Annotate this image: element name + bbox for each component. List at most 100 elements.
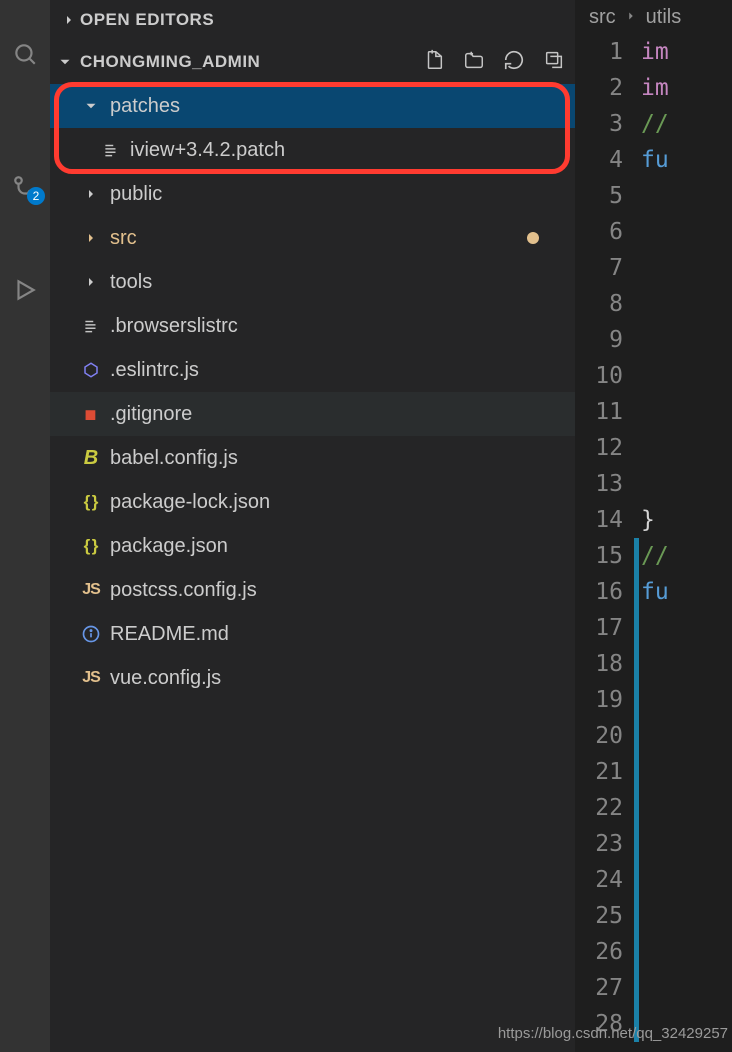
line-number: 15 <box>575 538 623 574</box>
file-babel-config[interactable]: B babel.config.js <box>50 436 575 480</box>
file-label: package-lock.json <box>104 491 270 514</box>
editor-code[interactable]: im im // fu } // fu <box>641 34 732 1052</box>
line-number: 18 <box>575 646 623 682</box>
line-number: 5 <box>575 178 623 214</box>
folder-public[interactable]: public <box>50 172 575 216</box>
js-icon: JS <box>78 669 104 687</box>
file-label: vue.config.js <box>104 667 221 690</box>
editor-pane: src utils 1 2 3 4 5 6 7 8 9 10 11 12 13 … <box>575 0 732 1052</box>
chevron-right-icon <box>78 186 104 202</box>
line-gutter: 1 2 3 4 5 6 7 8 9 10 11 12 13 14 15 16 1… <box>575 34 641 1052</box>
line-number: 12 <box>575 430 623 466</box>
line-number: 25 <box>575 898 623 934</box>
collapse-all-icon[interactable] <box>543 49 565 76</box>
line-number: 4 <box>575 142 623 178</box>
modified-dot-icon <box>527 232 539 244</box>
folder-label: patches <box>104 95 180 118</box>
chevron-down-icon <box>78 97 104 115</box>
file-package-lock[interactable]: { } package-lock.json <box>50 480 575 524</box>
folder-tools[interactable]: tools <box>50 260 575 304</box>
line-number: 11 <box>575 394 623 430</box>
line-number: 22 <box>575 790 623 826</box>
project-actions <box>423 49 575 76</box>
breadcrumb-item[interactable]: src <box>589 6 616 29</box>
line-number: 19 <box>575 682 623 718</box>
file-label: README.md <box>104 623 229 646</box>
js-icon: JS <box>78 581 104 599</box>
code-token: im <box>641 39 669 65</box>
git-icon: ◆ <box>74 397 107 430</box>
folder-label: tools <box>104 271 152 294</box>
line-number: 17 <box>575 610 623 646</box>
file-readme[interactable]: README.md <box>50 612 575 656</box>
file-label: .gitignore <box>104 403 192 426</box>
line-number: 27 <box>575 970 623 1006</box>
code-token: // <box>641 111 669 137</box>
file-text-icon <box>98 141 124 159</box>
line-number: 13 <box>575 466 623 502</box>
file-label: .eslintrc.js <box>104 359 199 382</box>
watermark: https://blog.csdn.net/qq_32429257 <box>498 1025 728 1042</box>
file-postcss-config[interactable]: JS postcss.config.js <box>50 568 575 612</box>
source-control-icon[interactable]: 2 <box>11 173 39 201</box>
file-label: iview+3.4.2.patch <box>124 139 285 162</box>
line-number: 20 <box>575 718 623 754</box>
chevron-right-icon <box>58 12 80 28</box>
line-number: 8 <box>575 286 623 322</box>
explorer-sidebar: OPEN EDITORS CHONGMING_ADMIN <box>50 0 575 1052</box>
search-icon[interactable] <box>11 40 39 68</box>
breadcrumb-item[interactable]: utils <box>646 6 682 29</box>
chevron-down-icon <box>50 53 80 71</box>
folder-src[interactable]: src <box>50 216 575 260</box>
folder-label: public <box>104 183 162 206</box>
scm-badge: 2 <box>27 187 45 205</box>
file-browserslistrc[interactable]: .browserslistrc <box>50 304 575 348</box>
json-icon: { } <box>78 536 104 556</box>
line-number: 14 <box>575 502 623 538</box>
breadcrumbs[interactable]: src utils <box>575 0 732 34</box>
refresh-icon[interactable] <box>503 49 525 76</box>
line-number: 24 <box>575 862 623 898</box>
file-label: .browserslistrc <box>104 315 238 338</box>
eslint-icon <box>78 361 104 379</box>
chevron-right-icon <box>624 6 638 29</box>
file-patch[interactable]: iview+3.4.2.patch <box>50 128 575 172</box>
file-eslintrc[interactable]: .eslintrc.js <box>50 348 575 392</box>
line-number: 23 <box>575 826 623 862</box>
code-token: fu <box>641 147 669 173</box>
code-token: } <box>641 507 655 533</box>
file-gitignore[interactable]: ◆ .gitignore <box>50 392 575 436</box>
line-number: 2 <box>575 70 623 106</box>
editor-body[interactable]: 1 2 3 4 5 6 7 8 9 10 11 12 13 14 15 16 1… <box>575 34 732 1052</box>
new-folder-icon[interactable] <box>463 49 485 76</box>
project-header[interactable]: CHONGMING_ADMIN <box>50 40 575 84</box>
code-token: fu <box>641 579 669 605</box>
debug-icon[interactable] <box>11 276 39 304</box>
code-token: // <box>641 543 669 569</box>
line-number: 6 <box>575 214 623 250</box>
babel-icon: B <box>78 447 104 470</box>
chevron-right-icon <box>78 274 104 290</box>
file-vue-config[interactable]: JS vue.config.js <box>50 656 575 700</box>
line-number: 21 <box>575 754 623 790</box>
json-icon: { } <box>78 492 104 512</box>
line-number: 3 <box>575 106 623 142</box>
file-label: package.json <box>104 535 228 558</box>
folder-patches[interactable]: patches <box>50 84 575 128</box>
file-text-icon <box>78 317 104 335</box>
new-file-icon[interactable] <box>423 49 445 76</box>
line-number: 9 <box>575 322 623 358</box>
line-number: 7 <box>575 250 623 286</box>
file-label: babel.config.js <box>104 447 238 470</box>
line-number: 1 <box>575 34 623 70</box>
file-package-json[interactable]: { } package.json <box>50 524 575 568</box>
file-label: postcss.config.js <box>104 579 257 602</box>
open-editors-header[interactable]: OPEN EDITORS <box>50 0 575 40</box>
activity-bar: 2 <box>0 0 50 1052</box>
info-icon <box>78 624 104 644</box>
line-number: 16 <box>575 574 623 610</box>
open-editors-label: OPEN EDITORS <box>80 10 214 30</box>
line-number: 10 <box>575 358 623 394</box>
chevron-right-icon <box>78 230 104 246</box>
file-tree: patches iview+3.4.2.patch public src <box>50 84 575 700</box>
